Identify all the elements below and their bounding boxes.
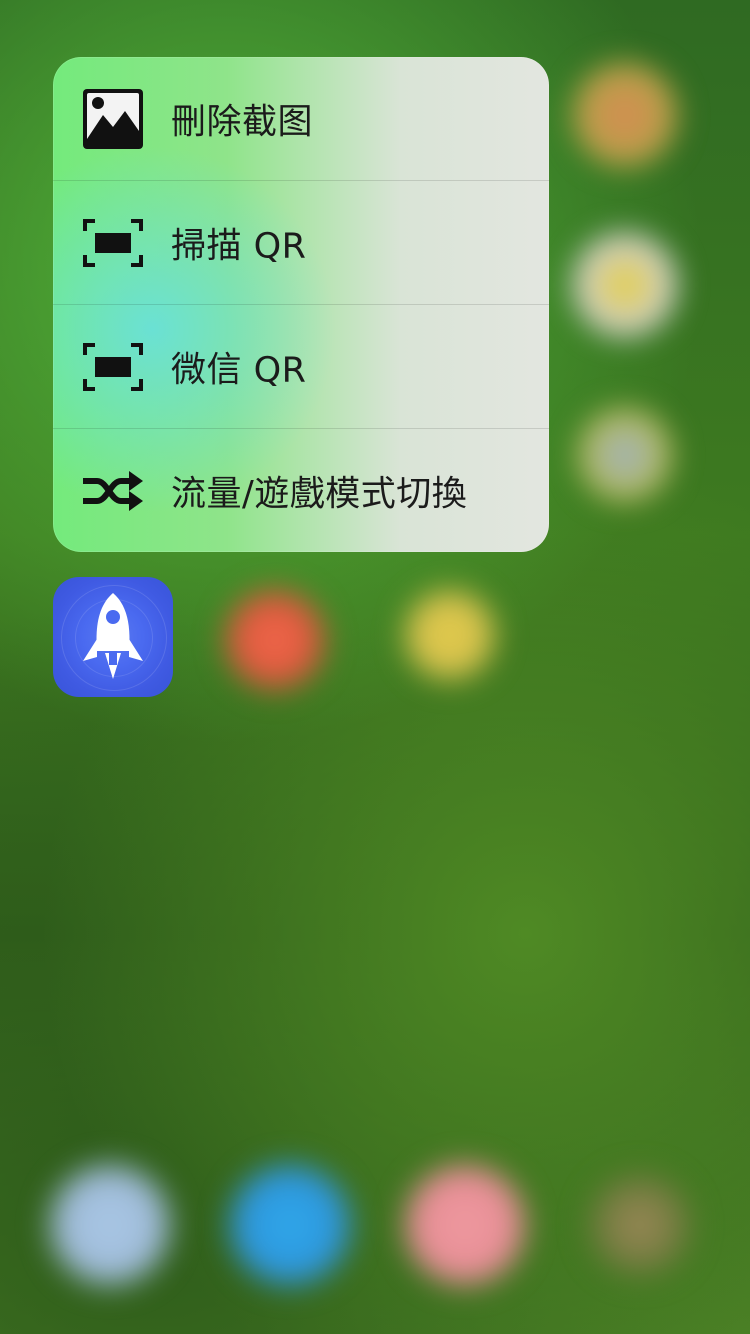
scan-qr-icon [81, 211, 145, 275]
quick-action-delete-screenshot[interactable]: 刪除截图 [53, 57, 549, 180]
quick-action-label: 微信 QR [171, 350, 307, 390]
rocket-icon [83, 593, 143, 679]
scan-qr-icon [81, 335, 145, 399]
blurred-dock-icon [585, 1170, 695, 1280]
quick-action-wechat-qr[interactable]: 微信 QR [53, 304, 549, 428]
quick-actions-menu: 刪除截图 掃描 QR 微信 QR 流量/遊戲模式切換 [53, 57, 549, 552]
blurred-app-icon [220, 585, 330, 695]
blurred-app-icon [575, 405, 675, 505]
quick-action-label: 刪除截图 [171, 102, 314, 142]
blurred-dock-icon [45, 1160, 175, 1290]
quick-action-label: 掃描 QR [171, 226, 307, 266]
blurred-dock-icon [225, 1160, 355, 1290]
quick-action-toggle-mode[interactable]: 流量/遊戲模式切換 [53, 428, 549, 552]
shuffle-icon [81, 459, 145, 523]
blurred-app-icon [400, 585, 500, 685]
app-icon-rocket[interactable] [53, 577, 173, 697]
blurred-app-icon [570, 60, 680, 170]
blurred-dock-icon [400, 1160, 530, 1290]
image-icon [81, 87, 145, 151]
blurred-app-icon [570, 230, 680, 340]
quick-action-scan-qr[interactable]: 掃描 QR [53, 180, 549, 304]
quick-action-label: 流量/遊戲模式切換 [171, 474, 468, 514]
